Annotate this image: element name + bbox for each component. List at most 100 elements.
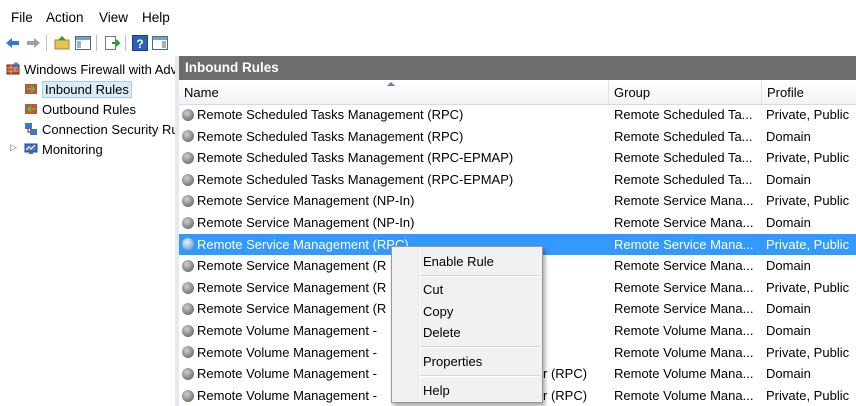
rule-profile-cell: Private, Public (766, 107, 850, 122)
rule-name: Remote Scheduled Tasks Management (RPC-E… (197, 171, 514, 187)
menu-item-enable-rule[interactable]: Enable Rule (423, 252, 494, 272)
rule-disabled-icon (182, 324, 194, 337)
context-menu-separator (420, 346, 540, 348)
rule-disabled-icon (182, 367, 194, 380)
table-row[interactable]: Remote Scheduled Tasks Management (RPC) R… (179, 104, 856, 126)
table-row[interactable]: Remote Scheduled Tasks Management (RPC) R… (179, 126, 856, 148)
menu-item-help[interactable]: Help (423, 381, 450, 401)
rule-profile-cell: Private, Public (766, 236, 850, 252)
rule-name-cell: Remote Service Management (NP-In) (182, 190, 607, 212)
tree-item-label: Connection Security Rules (42, 121, 175, 137)
rule-profile-cell: Private, Public (766, 150, 850, 166)
rule-disabled-icon (182, 216, 194, 229)
connection-security-icon (24, 122, 38, 136)
rule-disabled-icon (182, 195, 194, 208)
toolbar-separator (46, 35, 47, 51)
rule-profile-cell: Domain (766, 171, 811, 187)
rule-name-tail: r (RPC) (543, 387, 588, 403)
menu-item-copy[interactable]: Copy (423, 302, 453, 322)
menu-view[interactable]: View (99, 10, 128, 25)
menu-item-properties[interactable]: Properties (423, 352, 482, 372)
rule-name: Remote Scheduled Tasks Management (RPC-E… (197, 150, 514, 166)
column-header-label: Profile (767, 85, 804, 100)
toolbar: ? (0, 30, 856, 56)
rule-group-cell: Remote Scheduled Ta... (614, 171, 753, 187)
column-header-group[interactable]: Group (609, 80, 762, 104)
menu-item-delete[interactable]: Delete (423, 323, 461, 343)
tree-root-firewall[interactable]: Windows Firewall with Advanced Security (6, 60, 175, 78)
rule-profile-cell: Private, Public (766, 344, 850, 360)
rule-name: Remote Scheduled Tasks Management (RPC) (197, 128, 464, 144)
rule-group-cell: Remote Service Mana... (614, 236, 754, 252)
tree-item-connection-security-rules[interactable]: Connection Security Rules (24, 120, 175, 138)
tree-item-inbound-rules[interactable]: Inbound Rules (24, 80, 132, 98)
rule-group-cell: Remote Service Mana... (614, 193, 754, 209)
expand-arrow-icon[interactable]: ▷ (10, 142, 17, 153)
show-hide-action-pane-icon[interactable] (151, 34, 169, 52)
rule-disabled-icon (182, 346, 194, 359)
table-row[interactable]: Remote Service Management (NP-In) Remote … (179, 212, 856, 234)
menu-help[interactable]: Help (142, 10, 170, 25)
rule-group-cell: Remote Volume Mana... (614, 387, 754, 403)
help-icon[interactable]: ? (131, 34, 149, 52)
rule-group-cell: Remote Scheduled Ta... (614, 150, 753, 166)
export-list-icon[interactable] (103, 34, 121, 52)
rule-group-cell: Remote Scheduled Ta... (614, 107, 753, 122)
sort-ascending-icon (387, 82, 395, 86)
forward-arrow-icon[interactable] (24, 34, 42, 52)
column-header-name[interactable]: Name (179, 80, 609, 104)
rule-name: Remote Service Management (R (197, 279, 387, 295)
rule-disabled-icon (182, 151, 194, 164)
rule-name: Remote Service Management (NP-In) (197, 215, 415, 230)
rule-profile-cell: Private, Public (766, 387, 850, 403)
show-hide-tree-icon[interactable] (74, 34, 92, 52)
menu-file[interactable]: File (11, 10, 33, 25)
rule-name-cell: Remote Scheduled Tasks Management (RPC) (182, 126, 607, 148)
rule-group-cell: Remote Service Mana... (614, 301, 754, 317)
tree-item-monitoring[interactable]: Monitoring (24, 140, 103, 158)
tree-item-label: Outbound Rules (42, 101, 136, 117)
rule-disabled-icon (182, 238, 194, 251)
firewall-icon (6, 62, 20, 76)
rule-name-cell: Remote Scheduled Tasks Management (RPC) (182, 104, 607, 126)
rule-profile-cell: Domain (766, 258, 811, 274)
table-row[interactable]: Remote Service Management (NP-In) Remote … (179, 190, 856, 212)
table-row[interactable]: Remote Scheduled Tasks Management (RPC-E… (179, 169, 856, 191)
column-header-label: Group (614, 85, 651, 100)
menu-action[interactable]: Action (46, 10, 84, 25)
rule-disabled-icon (182, 130, 194, 143)
rule-disabled-icon (182, 108, 194, 121)
rule-profile-cell: Domain (766, 323, 811, 338)
rule-name-tail: r (RPC) (543, 366, 588, 382)
rule-name-cell: Remote Scheduled Tasks Management (RPC-E… (182, 147, 607, 169)
rule-profile-cell: Private, Public (766, 193, 850, 209)
toolbar-separator (125, 35, 126, 51)
context-menu-separator (420, 375, 540, 377)
context-menu-gutter (418, 249, 420, 400)
tree-item-outbound-rules[interactable]: Outbound Rules (24, 100, 136, 118)
tree-root-label: Windows Firewall with Advanced Security (24, 61, 175, 77)
rule-group-cell: Remote Service Mana... (614, 279, 754, 295)
column-header-profile[interactable]: Profile (762, 80, 856, 104)
rule-name: Remote Service Management (NP-In) (197, 193, 415, 209)
outbound-rules-icon (24, 102, 38, 116)
monitoring-icon (24, 142, 38, 156)
rule-group-cell: Remote Volume Mana... (614, 323, 754, 338)
rule-disabled-icon (182, 259, 194, 272)
rule-group-cell: Remote Volume Mana... (614, 344, 754, 360)
back-arrow-icon[interactable] (4, 34, 22, 52)
menu-item-cut[interactable]: Cut (423, 280, 443, 300)
pane-title: Inbound Rules (179, 56, 856, 80)
toolbar-separator (96, 35, 97, 51)
up-folder-icon[interactable] (53, 34, 71, 52)
rule-disabled-icon (182, 281, 194, 294)
table-row[interactable]: Remote Scheduled Tasks Management (RPC-E… (179, 147, 856, 169)
rule-group-cell: Remote Service Mana... (614, 258, 754, 274)
rule-profile-cell: Domain (766, 301, 811, 317)
rule-name-cell: Remote Service Management (NP-In) (182, 212, 607, 234)
console-tree: Windows Firewall with Advanced Security … (0, 56, 175, 406)
rule-profile-cell: Domain (766, 215, 811, 230)
tree-item-label: Monitoring (42, 141, 103, 157)
rule-name-cell: Remote Scheduled Tasks Management (RPC-E… (182, 169, 607, 191)
rule-disabled-icon (182, 389, 194, 402)
